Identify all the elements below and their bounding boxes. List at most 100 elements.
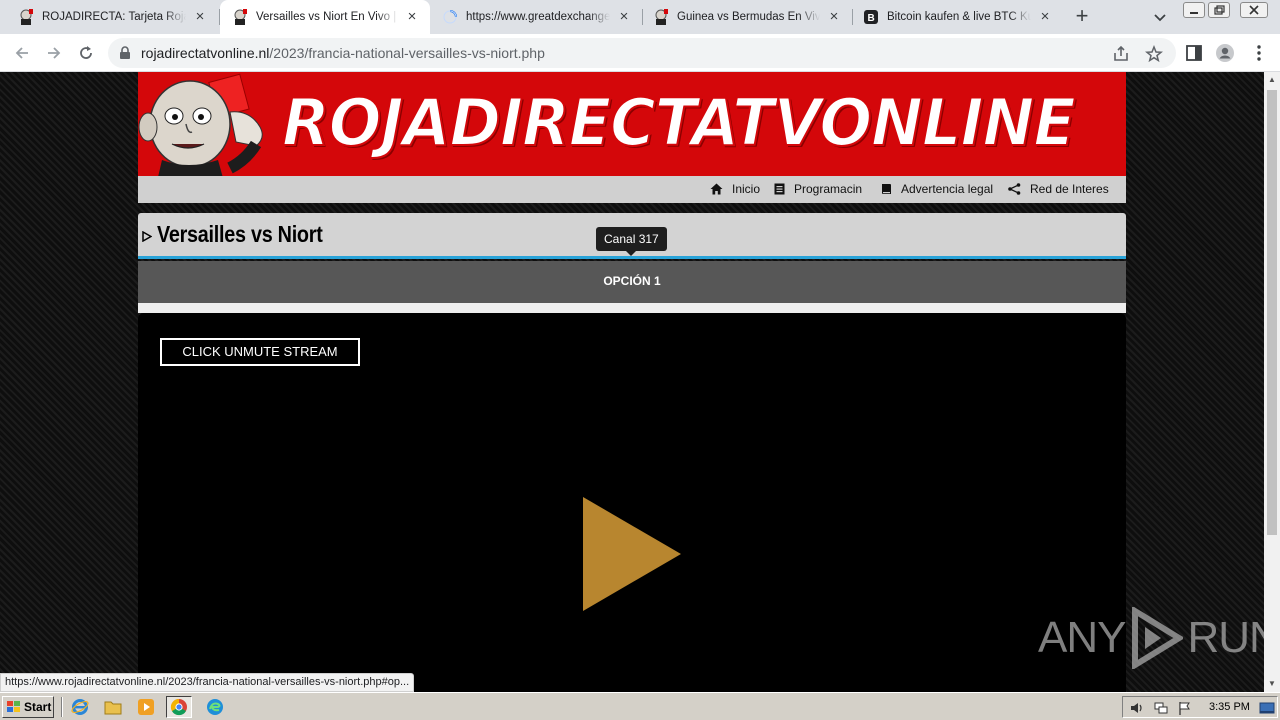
chrome-icon [170,698,187,716]
channel-tooltip: Canal 317 [596,227,667,256]
tab-strip: ROJADIRECTA: Tarjeta Roja TV × Versaille… [0,0,1280,34]
stream-option-bar: OPCIÓN 1 [138,261,1126,303]
menu-kebab-icon[interactable] [1249,43,1269,63]
url-host: rojadirectatvonline.nl [141,45,270,61]
tab-title: https://www.greatdexchange.com [466,11,610,23]
address-bar[interactable]: rojadirectatvonline.nl/2023/francia-nati… [108,38,1176,68]
internet-explorer-icon [71,699,89,715]
tab-rojadirecta[interactable]: ROJADIRECTA: Tarjeta Roja TV × [0,0,218,34]
site-navigation: Inicio Programacin Advertencia legal Red… [138,176,1126,203]
tab-bitpanda[interactable]: B Bitcoin kaufen & live BTC Kurs | Bitpa… [853,0,1063,34]
taskbar-chrome[interactable] [166,696,192,718]
share-icon [1008,183,1021,195]
minimize-window-button[interactable] [1183,2,1205,18]
video-player[interactable]: CLICK UNMUTE STREAM [138,313,1126,692]
show-desktop-icon[interactable] [1259,700,1275,716]
triangle-bullet-icon [142,231,152,242]
network-icon[interactable] [1153,700,1169,716]
site-banner[interactable]: ROJADIRECTATVONLINE [138,72,1126,176]
bookmark-star-icon[interactable] [1145,45,1163,63]
mascot-favicon-icon [232,9,248,25]
close-tab-icon[interactable]: × [1037,9,1053,25]
taskbar-edge[interactable] [202,696,228,718]
page-scrollbar[interactable]: ▲ ▼ [1264,72,1280,692]
reload-icon [80,46,92,59]
new-tab-button[interactable]: + [1070,5,1094,29]
page-content: ROJADIRECTATVONLINE Inicio Programacin A… [0,72,1264,692]
play-icon[interactable] [582,496,682,612]
home-icon [710,183,723,195]
edge-icon [207,699,223,715]
schedule-icon [774,183,785,195]
media-player-icon [138,699,154,715]
url-path: /2023/francia-national-versailles-vs-nio… [269,45,545,61]
close-tab-icon[interactable]: × [404,9,420,25]
action-center-flag-icon[interactable] [1177,700,1193,716]
tab-guinea-bermudas[interactable]: Guinea vs Bermudas En Vivo | Rojadirecta… [643,0,852,34]
taskbar-internet-explorer[interactable] [67,696,93,718]
reload-button[interactable] [74,41,98,65]
loading-spinner-icon [442,9,458,25]
windows-logo-icon [7,701,20,712]
back-arrow-icon [15,47,28,59]
profile-avatar-icon[interactable] [1215,43,1235,63]
nav-programacion[interactable]: Programacin [774,182,862,196]
taskbar-clock[interactable]: 3:35 PM [1209,701,1250,713]
site-logo-text: ROJADIRECTATVONLINE [281,83,1077,162]
option-1-tab[interactable]: OPCIÓN 1 [138,274,1126,288]
tab-title: Bitcoin kaufen & live BTC Kurs | Bitpand… [887,11,1031,23]
scroll-down-arrow-icon[interactable]: ▼ [1264,676,1280,692]
nav-label: Inicio [732,182,761,196]
browser-toolbar: rojadirectatvonline.nl/2023/francia-nati… [0,34,1280,72]
forward-arrow-icon [48,47,61,59]
start-button[interactable]: Start [2,696,54,718]
watermark-right: RUN [1187,613,1264,662]
nav-inicio[interactable]: Inicio [710,182,760,196]
scrollbar-thumb[interactable] [1267,90,1277,535]
nav-label: Red de Interes [1030,182,1109,196]
share-page-icon[interactable] [1112,45,1130,63]
nav-advertencia-legal[interactable]: Advertencia legal [881,182,993,196]
scroll-up-arrow-icon[interactable]: ▲ [1264,72,1280,88]
folder-icon [104,701,122,715]
close-tab-icon[interactable]: × [616,9,632,25]
mascot-favicon-icon [18,9,34,25]
anyrun-watermark: ANY RUN [1038,607,1264,669]
tab-title: ROJADIRECTA: Tarjeta Roja TV [42,11,186,23]
forward-button[interactable] [42,41,66,65]
unmute-stream-button[interactable]: CLICK UNMUTE STREAM [160,338,360,366]
nav-red-de-interes[interactable]: Red de Interes [1008,182,1109,196]
tab-title: Guinea vs Bermudas En Vivo | Rojadirecta [677,11,820,23]
taskbar-media-player[interactable] [133,696,159,718]
mascot-referee-icon [138,73,263,176]
bitpanda-favicon-icon: B [863,9,879,25]
url-text: rojadirectatvonline.nl/2023/francia-nati… [141,45,545,61]
anyrun-play-logo-icon [1132,607,1184,669]
lock-icon [120,46,130,59]
book-icon [882,184,891,194]
player-divider [138,303,1126,313]
close-window-button[interactable] [1240,2,1268,18]
restore-window-button[interactable] [1208,2,1230,18]
side-panel-icon[interactable] [1184,43,1204,63]
nav-label: Programacin [794,182,863,196]
taskbar-file-explorer[interactable] [100,696,126,718]
tab-versailles-niort[interactable]: Versailles vs Niort En Vivo | Francia × [220,0,430,34]
nav-label: Advertencia legal [901,182,994,196]
back-button[interactable] [10,41,34,65]
system-tray: 3:35 PM [1122,696,1278,718]
status-bar-url: https://www.rojadirectatvonline.nl/2023/… [0,673,415,692]
taskbar-divider [61,697,63,717]
close-tab-icon[interactable]: × [192,9,208,25]
start-label: Start [24,700,52,714]
watermark-left: ANY [1038,613,1126,662]
close-tab-icon[interactable]: × [826,9,842,25]
tab-search-icon[interactable] [1150,7,1170,27]
volume-icon[interactable] [1129,700,1145,716]
svg-text:B: B [868,13,875,24]
match-title: Versailles vs Niort [157,221,323,247]
windows-taskbar: Start 3:35 PM [0,692,1280,720]
tab-greatdexchange[interactable]: https://www.greatdexchange.com × [432,0,642,34]
mascot-favicon-icon [653,9,669,25]
tab-title: Versailles vs Niort En Vivo | Francia [256,11,398,23]
